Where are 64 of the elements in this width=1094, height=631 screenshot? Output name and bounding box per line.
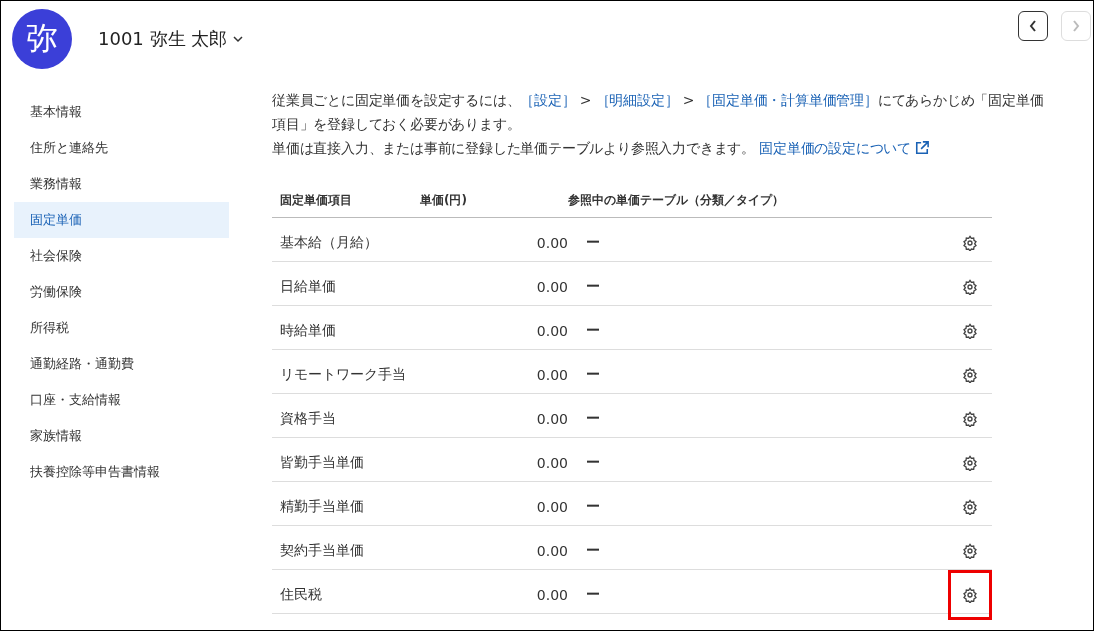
- settings-icon: [962, 323, 978, 339]
- table-cell-text: ー: [585, 498, 601, 516]
- settings-link[interactable]: ［固定単価・計算単価管理］: [698, 92, 878, 108]
- table-cell-text: 0.00: [535, 455, 568, 471]
- settings-icon: [962, 279, 978, 295]
- sidebar-item[interactable]: 口座・支給情報: [14, 382, 229, 418]
- table-cell-text: リモートワーク手当: [280, 366, 407, 384]
- column-header: 単価(円): [420, 192, 468, 209]
- sidebar-item[interactable]: 家族情報: [14, 418, 229, 454]
- table-cell-text: 0.00: [535, 279, 568, 295]
- sidebar-item[interactable]: 扶養控除等申告書情報: [14, 454, 229, 490]
- previous-button[interactable]: [1018, 11, 1048, 41]
- sidebar-item[interactable]: 社会保険: [14, 238, 229, 274]
- table-cell-text: 0.00: [535, 587, 568, 603]
- table-cell-text: 時給単価: [280, 322, 337, 340]
- sidebar-item[interactable]: 住所と連絡先: [14, 130, 229, 166]
- sidebar-item[interactable]: 業務情報: [14, 166, 229, 202]
- table-cell-text: 住民税: [280, 586, 323, 604]
- sidebar-item[interactable]: 通勤経路・通勤費: [14, 346, 229, 382]
- table-cell-text: 日給単価: [280, 278, 337, 296]
- table-cell-text: ー: [585, 234, 601, 252]
- table-cell-text: 皆勤手当単価: [280, 454, 365, 472]
- table-cell-text: 資格手当: [280, 410, 337, 428]
- table-cell-text: ー: [585, 454, 601, 472]
- table-cell-text: ー: [585, 586, 601, 604]
- settings-button[interactable]: [948, 570, 992, 620]
- settings-link[interactable]: ［設定］: [520, 92, 576, 108]
- settings-icon: [962, 367, 978, 383]
- employee-selector[interactable]: 1001 弥生 太郎: [98, 27, 244, 51]
- sidebar-item[interactable]: 労働保険: [14, 274, 229, 310]
- help-link[interactable]: 固定単価の設定について: [759, 140, 930, 156]
- sidebar-item[interactable]: 基本情報: [14, 94, 229, 130]
- settings-icon: [962, 587, 978, 603]
- table-cell-text: 0.00: [535, 543, 568, 559]
- settings-link[interactable]: ［明細設定］: [595, 92, 679, 108]
- chevron-left-icon: [1029, 20, 1037, 32]
- table-cell-text: ー: [585, 410, 601, 428]
- table-cell-text: 精勤手当単価: [280, 498, 365, 516]
- settings-icon: [962, 499, 978, 515]
- notice-text: 単価は直接入力、または事前に登録した単価テーブルより参照入力できます。 固定単価の設定について: [272, 136, 1052, 160]
- sidebar-item[interactable]: 所得税: [14, 310, 229, 346]
- table-cell-text: 0.00: [535, 323, 568, 339]
- settings-icon: [962, 543, 978, 559]
- table-cell-text: 0.00: [535, 367, 568, 383]
- table-cell-text: ー: [585, 366, 601, 384]
- settings-icon: [962, 455, 978, 471]
- table-cell-text: ー: [585, 278, 601, 296]
- table-cell-text: 0.00: [535, 411, 568, 427]
- table-cell-text: 0.00: [535, 235, 568, 251]
- avatar: 弥: [12, 9, 72, 69]
- settings-icon: [962, 411, 978, 427]
- table-cell-text: 基本給（月給）: [280, 234, 379, 252]
- external-link-icon: [915, 141, 930, 155]
- table-cell-text: 契約手当単価: [280, 542, 365, 560]
- notice-text: 従業員ごとに固定単価を設定するには、［設定］ > ［明細設定］ > ［固定単価・計算単価管理］にてあらかじめ「固定単価項目」を登録しておく必要があります。: [272, 91, 1045, 134]
- column-header: 参照中の単価テーブル（分類／タイプ）: [568, 192, 785, 209]
- chevron-right-icon: [1072, 20, 1080, 32]
- column-header: 固定単価項目: [280, 192, 353, 209]
- table-cell-text: ー: [585, 542, 601, 560]
- sidebar-item[interactable]: 固定単価: [14, 202, 229, 238]
- settings-icon: [962, 235, 978, 251]
- table-cell-text: 0.00: [535, 499, 568, 515]
- table-cell-text: ー: [585, 322, 601, 340]
- chevron-down-icon: [233, 35, 244, 43]
